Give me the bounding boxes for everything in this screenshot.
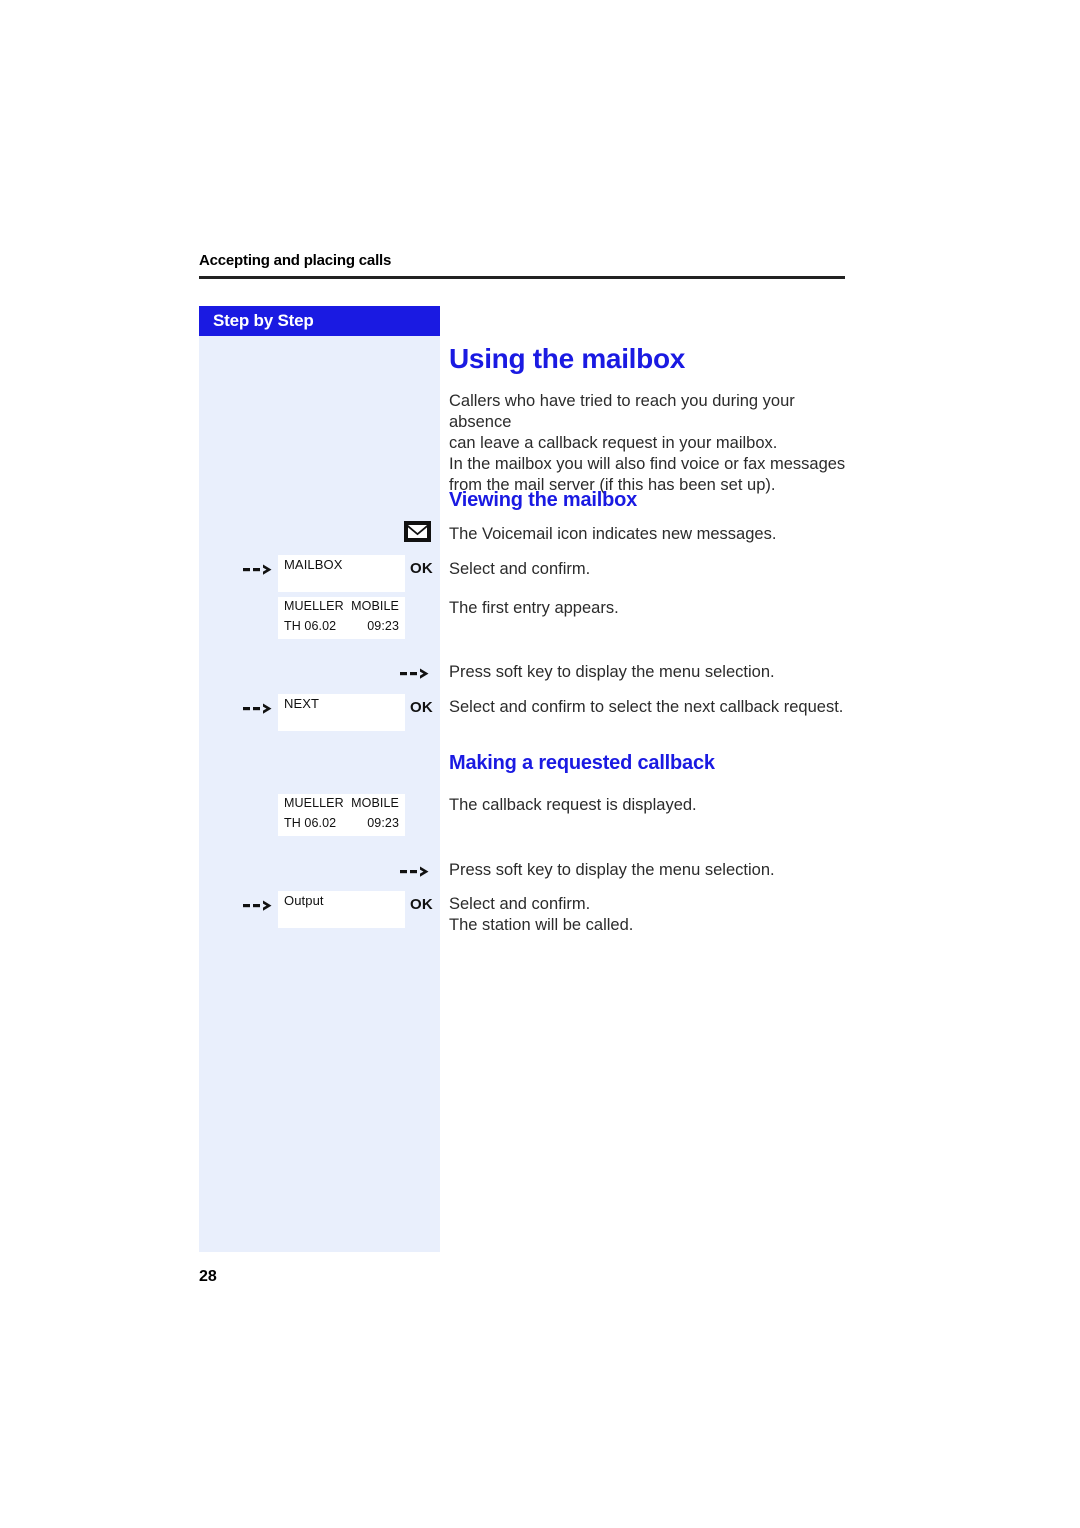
softkey-label-next: NEXT [284, 696, 320, 711]
note-press-soft-key-1: Press soft key to display the menu selec… [449, 663, 775, 681]
softkey-display-next[interactable]: NEXT [278, 694, 405, 731]
ok-label-output[interactable]: OK [410, 896, 433, 913]
page-number: 28 [199, 1268, 217, 1285]
note-select-and-confirm: Select and confirm. [449, 560, 591, 578]
entry-1-name: MUELLER [284, 599, 344, 613]
entry-2-header: MUELLER MOBILE [284, 796, 399, 810]
softkey-display-mailbox[interactable]: MAILBOX [278, 555, 405, 592]
entry-2-type: MOBILE [351, 796, 399, 810]
note-voicemail-icon: The Voicemail icon indicates new message… [449, 525, 777, 543]
ok-label-next[interactable]: OK [410, 699, 433, 716]
soft-key-arrow-icon [243, 899, 273, 913]
softkey-label-mailbox: MAILBOX [284, 557, 343, 572]
page-title: Using the mailbox [449, 343, 686, 374]
entry-2-name: MUELLER [284, 796, 344, 810]
soft-key-arrow-icon [400, 865, 430, 879]
section-heading-viewing-mailbox: Viewing the mailbox [449, 489, 638, 511]
ok-label-mailbox[interactable]: OK [410, 560, 433, 577]
intro-line-2: can leave a callback request in your mai… [449, 434, 778, 452]
voicemail-icon [404, 521, 431, 542]
section-heading-making-callback: Making a requested callback [449, 752, 715, 774]
entry-1-date: TH 06.02 [284, 619, 337, 633]
phone-display-entry-2: MUELLER MOBILE TH 06.02 09:23 [278, 794, 405, 836]
note-select-and-confirm-2: Select and confirm. [449, 895, 591, 913]
softkey-label-output: Output [284, 893, 324, 908]
soft-key-arrow-icon [243, 563, 273, 577]
entry-2-time: 09:23 [367, 816, 399, 830]
note-press-soft-key-2: Press soft key to display the menu selec… [449, 861, 775, 879]
intro-paragraph: Callers who have tried to reach you duri… [449, 391, 849, 496]
entry-1-type: MOBILE [351, 599, 399, 613]
note-callback-request-displayed: The callback request is displayed. [449, 796, 697, 814]
entry-1-timestamp: TH 06.02 09:23 [284, 619, 399, 633]
entry-1-header: MUELLER MOBILE [284, 599, 399, 613]
step-by-step-title: Step by Step [213, 311, 314, 330]
entry-2-date: TH 06.02 [284, 816, 337, 830]
running-header: Accepting and placing calls [199, 252, 392, 269]
soft-key-arrow-icon [243, 702, 273, 716]
intro-line-1: Callers who have tried to reach you duri… [449, 392, 795, 431]
entry-1-time: 09:23 [367, 619, 399, 633]
phone-display-entry-1: MUELLER MOBILE TH 06.02 09:23 [278, 597, 405, 639]
header-rule [199, 276, 845, 279]
note-first-entry-appears: The first entry appears. [449, 599, 619, 617]
intro-line-3: In the mailbox you will also find voice … [449, 455, 846, 473]
soft-key-arrow-icon [400, 667, 430, 681]
document-page: Accepting and placing calls Step by Step… [0, 0, 1080, 1528]
note-select-next-callback: Select and confirm to select the next ca… [449, 698, 844, 716]
softkey-display-output[interactable]: Output [278, 891, 405, 928]
step-by-step-panel [199, 306, 440, 1252]
entry-2-timestamp: TH 06.02 09:23 [284, 816, 399, 830]
note-station-will-be-called: The station will be called. [449, 916, 634, 934]
